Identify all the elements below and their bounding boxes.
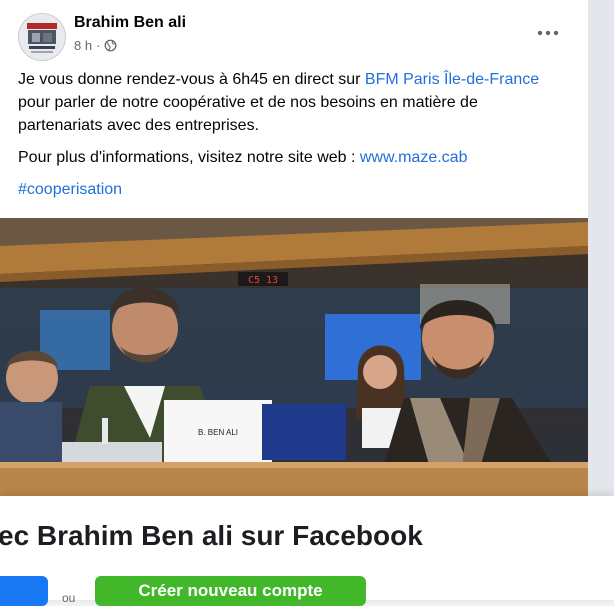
post-info-text: Pour plus d'informations, visitez notre … [18,149,360,166]
meta-separator: · [96,38,101,53]
website-link[interactable]: www.maze.cab [360,149,468,166]
post-paragraph-1: Je vous donne rendez-vous à 6h45 en dire… [18,68,566,137]
post-paragraph-2: Pour plus d'informations, visitez notre … [18,146,566,169]
or-label: ou [62,591,76,605]
banner-title: ec Brahim Ben ali sur Facebook [0,520,423,551]
create-account-button[interactable]: Créer nouveau compte [95,576,366,606]
post-meta: 8 h · [74,38,117,53]
login-banner: ec Brahim Ben ali sur Facebook ou Créer … [0,496,614,606]
author-avatar[interactable] [18,13,66,61]
globe-icon[interactable] [104,39,117,52]
login-button[interactable] [0,576,48,606]
author-name[interactable]: Brahim Ben ali [74,14,186,32]
more-options-button[interactable] [530,20,566,46]
photo-screen-code: C5 13 [248,275,278,286]
post-text: Je vous donne rendez-vous à 6h45 en dire… [18,68,566,210]
avatar-image [19,14,65,60]
photo-nameplate: B. BEN ALI [198,428,238,437]
post-paragraph-3: #cooperisation [18,178,566,201]
post-time[interactable]: 8 h [74,38,92,53]
more-horizontal-icon [537,30,559,36]
post-intro-text: Je vous donne rendez-vous à 6h45 en dire… [18,71,365,88]
post-photo[interactable]: C5 13 B. BEN ALI [0,218,588,496]
post-after-link-text: pour parler de notre coopérative et de n… [18,94,478,134]
channel-link[interactable]: BFM Paris Île-de-France [365,71,539,88]
photo-image: C5 13 B. BEN ALI [0,218,588,496]
hashtag-link[interactable]: #cooperisation [18,181,122,198]
